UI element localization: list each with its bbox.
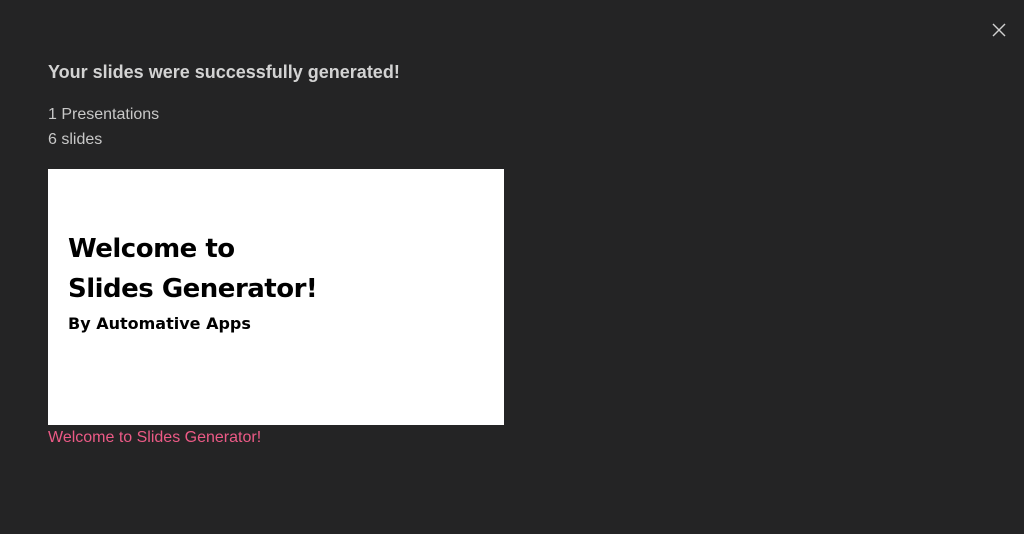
dialog-content: Your slides were successfully generated!… <box>48 58 504 449</box>
presentations-count: 1 Presentations <box>48 106 160 123</box>
generation-summary: 1 Presentations 6 slides <box>48 102 504 152</box>
thumbnail-title-line2: Slides Generator! <box>68 274 318 304</box>
thumbnail-subtitle: By Automative Apps <box>68 314 251 333</box>
thumbnail-title-line1: Welcome to <box>68 234 235 264</box>
close-icon <box>992 23 1006 37</box>
slides-count: 6 slides <box>48 131 103 148</box>
dialog-title: Your slides were successfully generated! <box>48 62 400 82</box>
presentation-thumbnail[interactable]: Welcome to Slides Generator! By Automati… <box>48 169 504 425</box>
close-button[interactable] <box>987 18 1011 42</box>
success-dialog: Your slides were successfully generated!… <box>0 0 1024 534</box>
presentation-link[interactable]: Welcome to Slides Generator! <box>48 427 261 449</box>
thumbnail-title: Welcome to Slides Generator! <box>68 229 318 309</box>
